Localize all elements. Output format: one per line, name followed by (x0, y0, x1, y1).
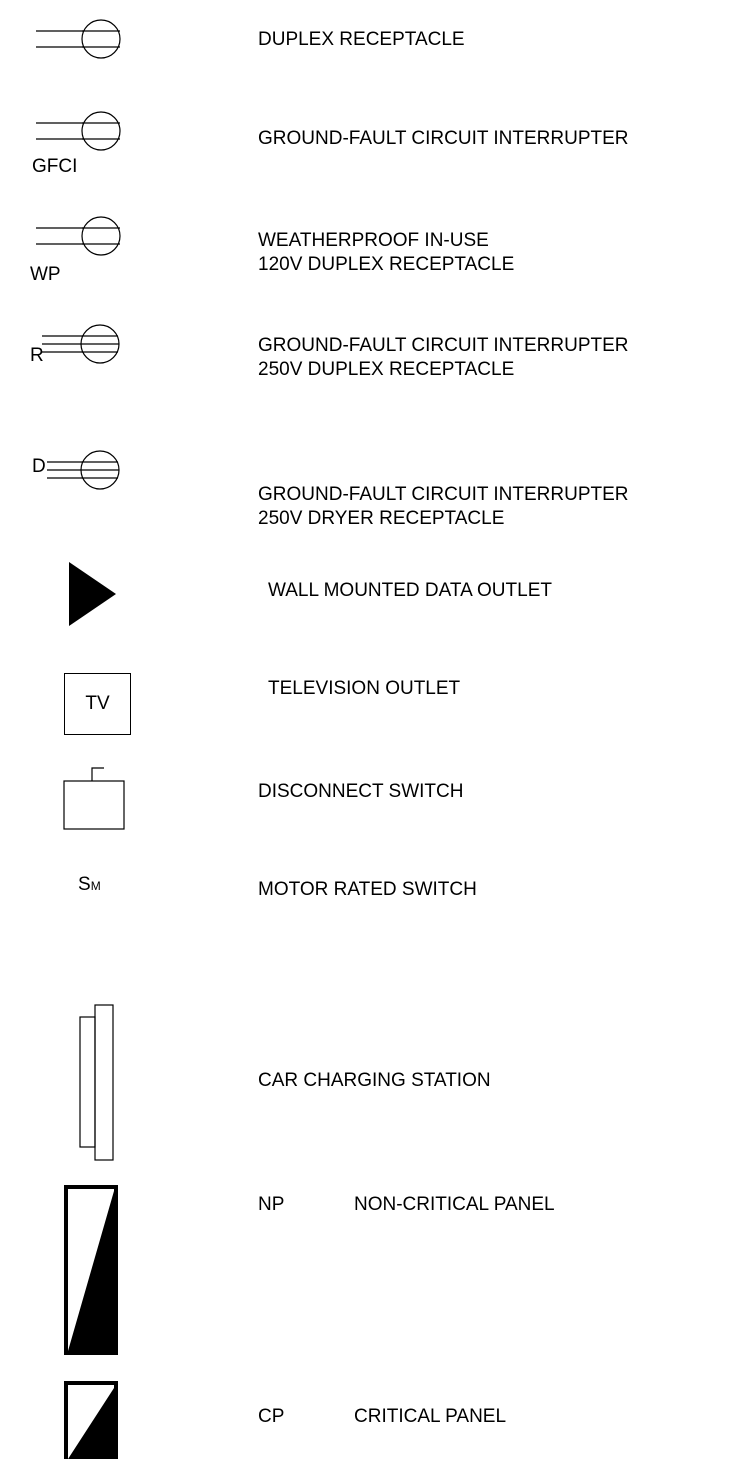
dryer-receptacle-icon (47, 450, 120, 490)
wp-symbol-label: WP (30, 264, 61, 285)
tv-outlet-icon: TV (64, 673, 131, 735)
disconnect-switch-description: DISCONNECT SWITCH (258, 781, 464, 802)
tv-symbol-label: TV (85, 693, 110, 714)
cp-description: CRITICAL PANEL (354, 1406, 507, 1427)
d-symbol-label: D (32, 456, 46, 477)
duplex-receptacle-description: DUPLEX RECEPTACLE (258, 29, 465, 50)
critical-panel-icon (64, 1381, 118, 1459)
np-description: NON-CRITICAL PANEL (354, 1194, 555, 1215)
disconnect-switch-icon (63, 767, 125, 830)
car-charging-station-icon (79, 1004, 114, 1161)
gfci-description: GROUND-FAULT CIRCUIT INTERRUPTER (258, 128, 629, 149)
car-charging-description: CAR CHARGING STATION (258, 1070, 491, 1091)
weatherproof-receptacle-icon (36, 216, 121, 256)
duplex-receptacle-icon (36, 19, 121, 59)
dryer-description-line2: 250V DRYER RECEPTACLE (258, 508, 505, 529)
data-outlet-triangle-icon (69, 562, 116, 626)
motor-switch-letter: S (78, 874, 91, 895)
np-code: NP (258, 1194, 285, 1215)
cp-code: CP (258, 1406, 285, 1427)
gfci-symbol-label: GFCI (32, 156, 78, 177)
weatherproof-description-line1: WEATHERPROOF IN-USE (258, 230, 489, 251)
250v-description-line2: 250V DUPLEX RECEPTACLE (258, 359, 515, 380)
motor-switch-subscript: M (90, 879, 101, 893)
data-outlet-description: WALL MOUNTED DATA OUTLET (268, 580, 552, 601)
motor-switch-description: MOTOR RATED SWITCH (258, 879, 477, 900)
tv-outlet-description: TELEVISION OUTLET (268, 678, 461, 699)
r-symbol-label: R (30, 345, 44, 366)
weatherproof-description-line2: 120V DUPLEX RECEPTACLE (258, 254, 515, 275)
gfci-receptacle-icon (36, 111, 121, 151)
motor-switch-symbol: SM (78, 874, 101, 897)
dryer-description-line1: GROUND-FAULT CIRCUIT INTERRUPTER (258, 484, 629, 505)
250v-receptacle-icon (42, 324, 120, 364)
250v-description-line1: GROUND-FAULT CIRCUIT INTERRUPTER (258, 335, 629, 356)
non-critical-panel-icon (64, 1185, 118, 1355)
